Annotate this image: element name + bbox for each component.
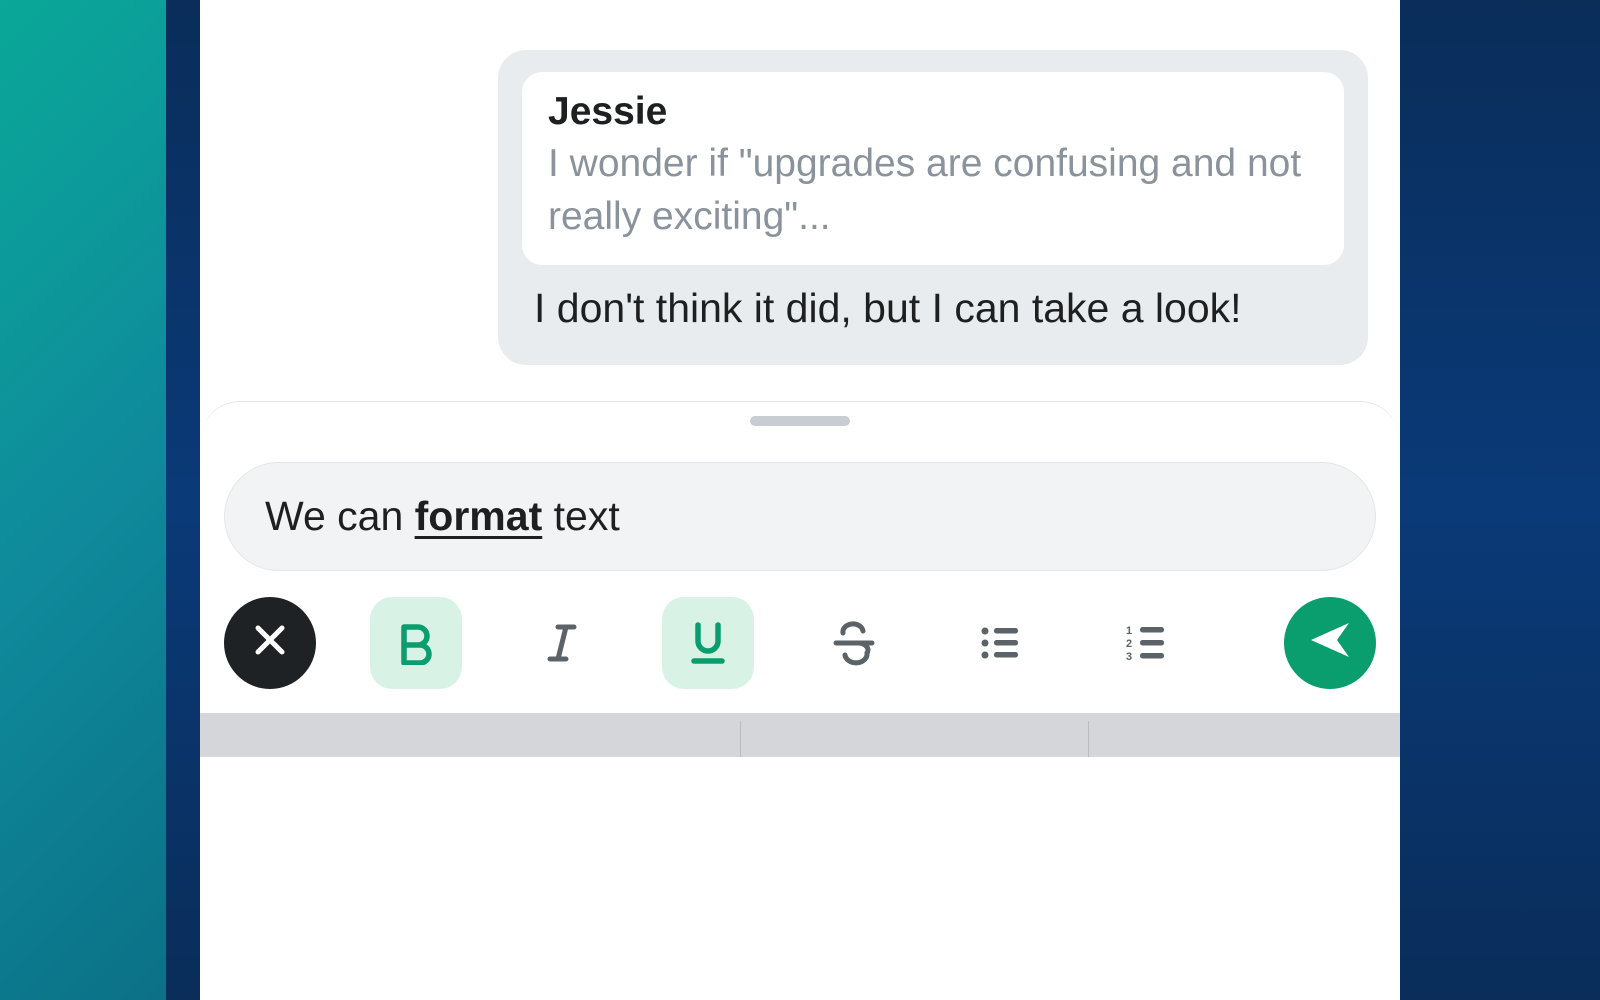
strikethrough-icon [830,619,878,667]
strikethrough-button[interactable] [808,597,900,689]
numbered-list-icon: 1 2 3 [1122,619,1170,667]
send-icon [1305,615,1355,670]
send-button[interactable] [1284,597,1376,689]
message-composer: We can format text [200,401,1400,757]
background-strip-left [0,0,200,1000]
keyboard-suggestion-strip[interactable] [200,713,1400,757]
svg-text:1: 1 [1126,625,1132,637]
bullet-list-button[interactable] [954,597,1046,689]
quoted-message-text: I wonder if "upgrades are confusing and … [548,138,1318,243]
italic-icon [540,621,584,665]
quoted-sender-name: Jessie [548,90,1318,134]
quoted-message[interactable]: Jessie I wonder if "upgrades are confusi… [522,72,1344,265]
reply-message-text: I don't think it did, but I can take a l… [522,281,1344,336]
bullet-list-icon [976,619,1024,667]
input-text-prefix: We can [265,493,415,539]
svg-text:2: 2 [1126,638,1132,650]
background-strip-right [1400,0,1600,1000]
underline-icon [686,621,730,665]
outgoing-message-bubble[interactable]: Jessie I wonder if "upgrades are confusi… [498,50,1368,365]
bold-icon [394,621,438,665]
message-input[interactable]: We can format text [224,462,1376,571]
svg-text:3: 3 [1126,651,1132,663]
numbered-list-button[interactable]: 1 2 3 [1100,597,1192,689]
italic-button[interactable] [516,597,608,689]
underline-button[interactable] [662,597,754,689]
input-text-formatted: format [415,493,543,539]
close-icon [250,620,290,665]
input-text-suffix: text [542,493,619,539]
close-format-button[interactable] [224,597,316,689]
chat-app: Jessie I wonder if "upgrades are confusi… [200,0,1400,1000]
bold-button[interactable] [370,597,462,689]
drag-handle[interactable] [750,416,850,426]
format-toolbar: 1 2 3 [200,571,1400,713]
conversation-area: Jessie I wonder if "upgrades are confusi… [200,0,1400,365]
